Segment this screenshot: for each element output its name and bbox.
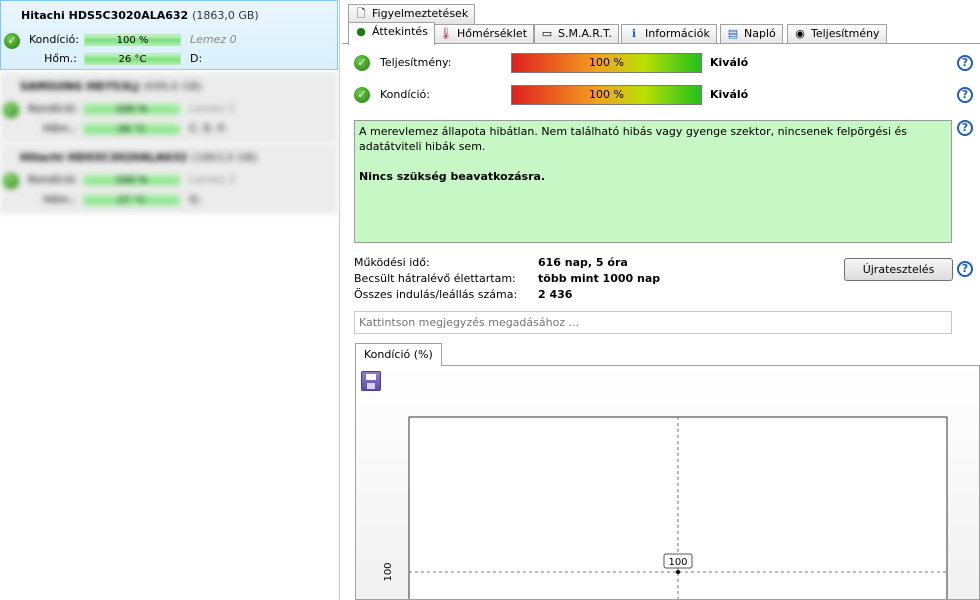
disk-label: Lemez 0: [190, 33, 237, 46]
check-icon: ✓: [354, 87, 370, 103]
startstop-label: Összes indulás/leállás száma:: [354, 288, 518, 301]
health-label: Kondíció:: [380, 88, 430, 101]
drive-size: (698,6 GB): [142, 80, 203, 93]
check-icon: ✓: [4, 33, 20, 49]
summary-text: A merevlemez állapota hibátlan. Nem talá…: [359, 125, 908, 153]
thermometer-icon: 🌡: [439, 27, 453, 40]
details-panel: 🗋 Figyelmeztetések ● Áttekintés 🌡 Hőmérsékl…: [342, 0, 980, 600]
drive-card[interactable]: SAMSUNG HD753LJ (698,6 GB) ✓ Kondíció: 1…: [0, 72, 338, 142]
health-label: Kondíció:: [28, 173, 78, 186]
retest-button[interactable]: Újratesztelés: [844, 258, 953, 281]
disk-label: Lemez 1: [189, 102, 236, 115]
drive-model: Hitachi HDS5C3020ALA632: [21, 9, 189, 22]
health-bar: 100 %: [83, 103, 180, 115]
disk-label: Lemez 2: [189, 173, 236, 186]
health-bar: 100 %: [84, 34, 181, 46]
drive-title: Hitachi HDS5C3020ALA632 (1863,0 GB): [20, 151, 258, 164]
drive-size: (1863,0 GB): [191, 151, 258, 164]
tab-label: Áttekintés: [372, 25, 428, 38]
tab-overview[interactable]: ● Áttekintés: [348, 22, 435, 45]
lifetime-value: több mint 1000 nap: [538, 272, 661, 285]
tab-strip-divider: [342, 43, 980, 44]
data-label: 100: [668, 557, 687, 568]
check-icon: ✓: [354, 55, 370, 71]
drive-title: SAMSUNG HD753LJ (698,6 GB): [20, 80, 202, 93]
tab-log[interactable]: ▤ Napló: [720, 24, 783, 44]
tab-label: Hőmérséklet: [457, 27, 528, 40]
y-tick-label: 100: [383, 562, 394, 581]
gauge-icon: ◉: [795, 27, 805, 40]
health-bar: 100 %: [83, 174, 180, 186]
uptime-value: 616 nap, 5 óra: [538, 256, 628, 269]
performance-rating: Kiváló: [710, 56, 749, 69]
volume-label: C: E: F:: [189, 122, 228, 135]
temp-bar: 26 °C: [84, 53, 181, 65]
tab-label: Napló: [744, 27, 776, 40]
temp-label: Hőm.:: [43, 193, 76, 206]
data-point: [676, 570, 680, 574]
drive-card[interactable]: Hitachi HDS5C3020ALA632 (1863,0 GB) ✓ Ko…: [0, 143, 338, 213]
summary-action: Nincs szükség beavatkozásra.: [359, 170, 546, 183]
temp-bar: 27 °C: [83, 194, 180, 206]
help-icon[interactable]: ?: [957, 120, 973, 136]
tab-label: Teljesítmény: [811, 27, 880, 40]
tab-smart[interactable]: ▭ S.M.A.R.T.: [534, 24, 619, 44]
health-row: ✓ Kondíció: 100 % Kiváló: [354, 85, 974, 107]
health-chart: 100 100: [355, 365, 980, 600]
temp-label: Hőm.:: [44, 52, 77, 65]
tab-info[interactable]: ℹ Információk: [621, 24, 717, 44]
log-icon: ▤: [727, 27, 739, 40]
tab-warnings[interactable]: 🗋 Figyelmeztetések: [348, 4, 476, 24]
check-icon: ●: [356, 25, 366, 38]
disk-icon: ▭: [541, 27, 553, 40]
tab-label: Információk: [645, 27, 710, 40]
help-icon[interactable]: ?: [957, 87, 973, 103]
health-label: Kondíció:: [28, 102, 78, 115]
performance-gauge: 100 %: [511, 53, 702, 73]
chart-plot: 100 100: [383, 416, 948, 599]
performance-row: ✓ Teljesítmény: 100 % Kiváló: [354, 53, 974, 75]
temp-bar: 28 °C: [83, 123, 180, 135]
note-input[interactable]: [354, 311, 952, 334]
performance-label: Teljesítmény:: [380, 56, 452, 69]
drive-model: Hitachi HDS5C3020ALA632: [20, 151, 188, 164]
lifetime-label: Becsült hátralévő élettartam:: [354, 272, 516, 285]
temp-label: Hőm.:: [43, 122, 76, 135]
uptime-label: Működési idő:: [354, 256, 430, 269]
tab-label: S.M.A.R.T.: [558, 27, 612, 40]
tab-health-chart[interactable]: Kondíció (%): [355, 343, 442, 366]
info-icon: ℹ: [631, 27, 637, 40]
volume-label: D:: [190, 52, 203, 65]
document-icon: 🗋: [356, 7, 366, 20]
help-icon[interactable]: ?: [957, 55, 973, 71]
check-icon: ✓: [3, 102, 19, 118]
check-icon: ✓: [3, 173, 19, 189]
tab-performance[interactable]: ◉ Teljesítmény: [787, 24, 887, 44]
drive-title: Hitachi HDS5C3020ALA632 (1863,0 GB): [21, 9, 259, 22]
startstop-value: 2 436: [538, 288, 573, 301]
help-icon[interactable]: ?: [957, 261, 973, 277]
health-rating: Kiváló: [710, 88, 749, 101]
volume-label: G:: [189, 193, 202, 206]
drive-model: SAMSUNG HD753LJ: [20, 80, 139, 93]
drive-size: (1863,0 GB): [192, 9, 259, 22]
health-gauge: 100 %: [511, 85, 702, 105]
status-summary: A merevlemez állapota hibátlan. Nem talá…: [354, 120, 952, 243]
tab-temperature[interactable]: 🌡 Hőmérséklet: [433, 24, 535, 44]
health-label: Kondíció:: [29, 33, 79, 46]
tab-label: Figyelmeztetések: [372, 7, 469, 20]
drive-card-selected[interactable]: Hitachi HDS5C3020ALA632 (1863,0 GB) ✓ Ko…: [0, 0, 338, 70]
drive-list: Hitachi HDS5C3020ALA632 (1863,0 GB) ✓ Ko…: [0, 0, 340, 600]
